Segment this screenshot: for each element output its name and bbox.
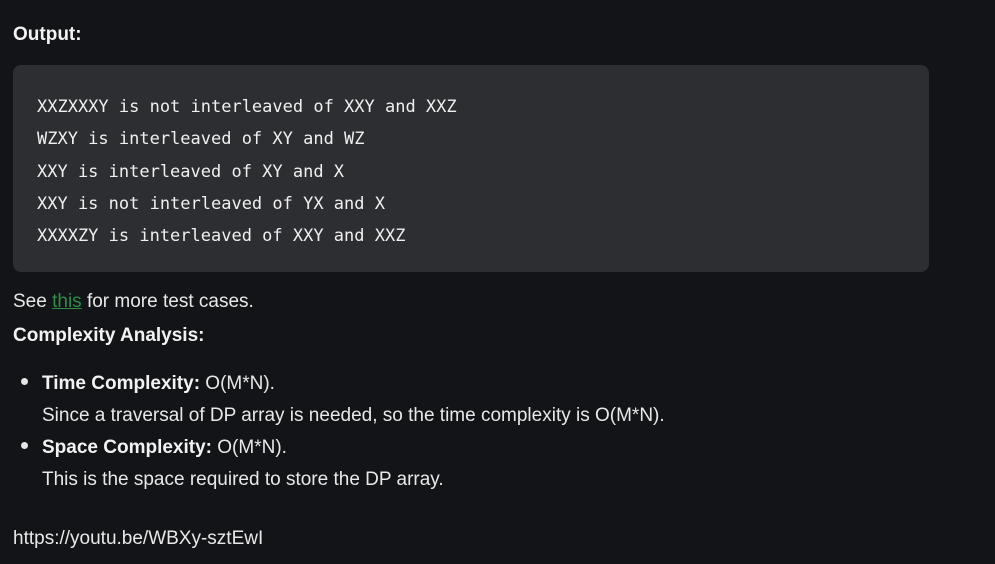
item-detail: This is the space required to store the … <box>42 469 444 490</box>
bullet-icon <box>21 378 28 385</box>
item-value: O(M*N). <box>212 437 287 458</box>
item-value: O(M*N). <box>200 373 275 394</box>
list-item-space-complexity: Space Complexity: O(M*N). This is the sp… <box>13 432 913 496</box>
see-more-text: See this for more test cases. <box>13 291 254 313</box>
code-line: XXZXXXY is not interleaved of XXY and XX… <box>37 97 457 117</box>
code-line: WZXY is interleaved of XY and WZ <box>37 129 365 150</box>
list-item-time-complexity: Time Complexity: O(M*N). Since a travers… <box>13 368 913 432</box>
see-suffix: for more test cases. <box>81 291 254 312</box>
see-prefix: See <box>13 291 53 312</box>
video-url-text: https://youtu.be/WBXy-sztEwI <box>13 528 264 549</box>
code-block: XXZXXXY is not interleaved of XXY and XX… <box>13 65 929 272</box>
code-line: XXY is not interleaved of YX and X <box>37 193 385 214</box>
article-page: Output: XXZXXXY is not interleaved of XX… <box>0 0 995 564</box>
complexity-list: Time Complexity: O(M*N). Since a travers… <box>13 368 913 496</box>
code-line: XXY is interleaved of XY and X <box>37 161 345 182</box>
test-cases-link[interactable]: this <box>52 291 82 312</box>
item-heading-line: Time Complexity: O(M*N). <box>42 368 913 400</box>
item-heading-line: Space Complexity: O(M*N). <box>42 432 913 464</box>
bullet-icon <box>21 442 28 449</box>
complexity-heading: Complexity Analysis: <box>13 325 205 346</box>
output-heading: Output: <box>13 24 82 45</box>
item-title: Space Complexity: <box>42 437 212 458</box>
item-detail: Since a traversal of DP array is needed,… <box>42 405 665 426</box>
item-title: Time Complexity: <box>42 373 201 394</box>
code-line: XXXXZY is interleaved of XXY and XXZ <box>37 226 406 247</box>
